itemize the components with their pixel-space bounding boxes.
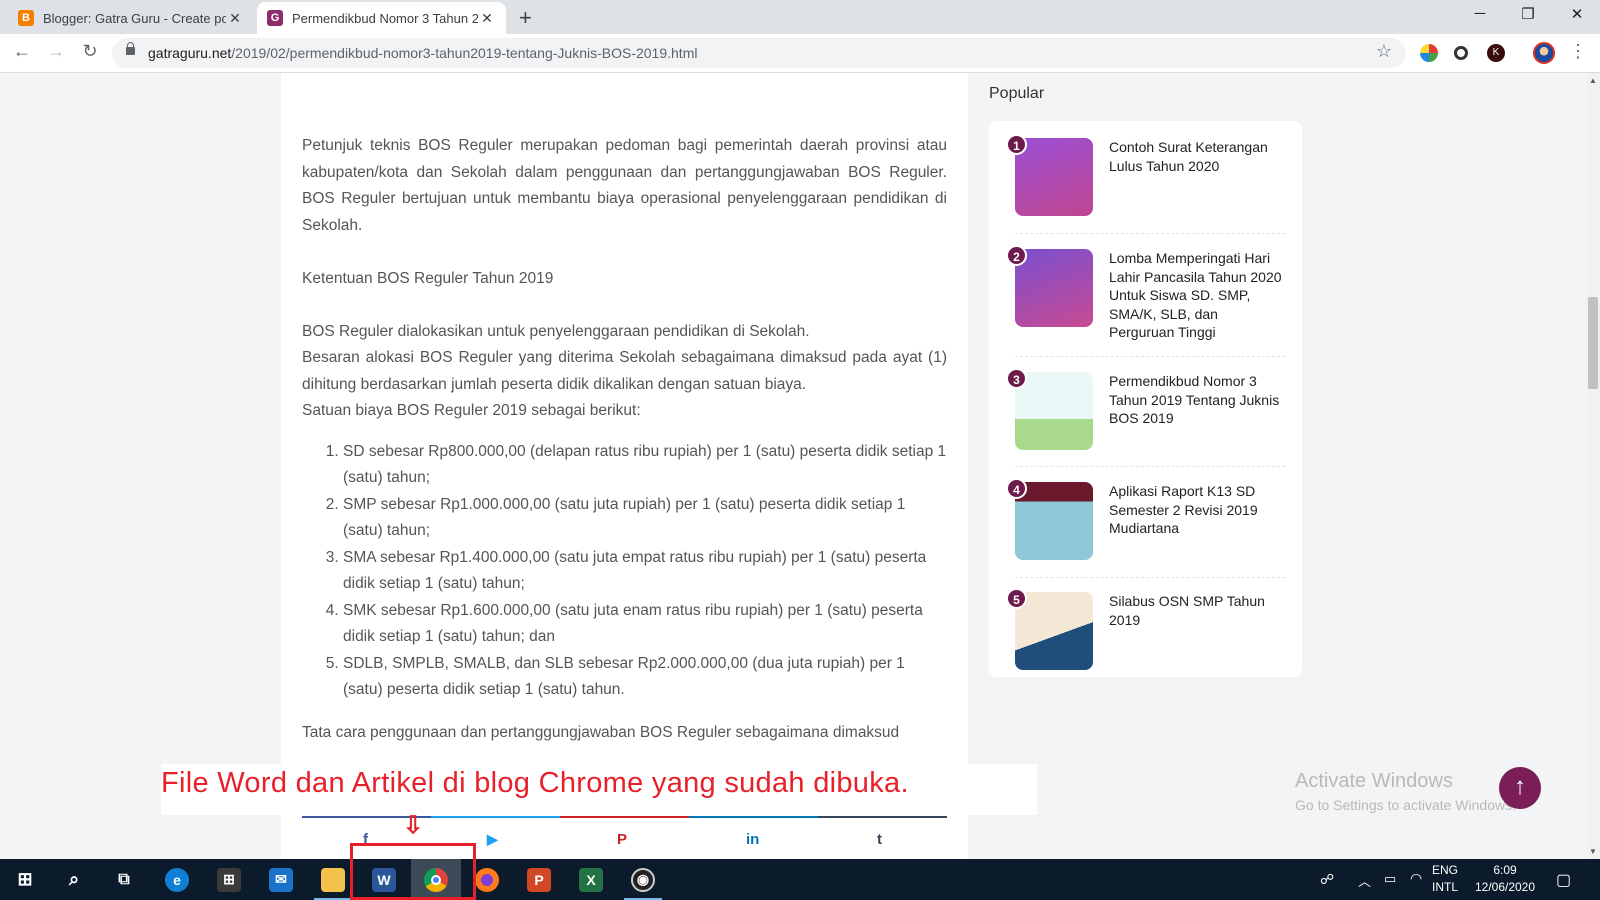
minimize-button[interactable]: ─ xyxy=(1457,5,1503,22)
article-paragraph: Satuan biaya BOS Reguler 2019 sebagai be… xyxy=(302,402,641,419)
popular-title[interactable]: Permendikbud Nomor 3 Tahun 2019 Tentang … xyxy=(1109,372,1287,428)
thumbnail[interactable] xyxy=(1015,482,1093,560)
browser-tab-strip: B Blogger: Gatra Guru - Create pos ✕ G P… xyxy=(0,0,1600,34)
wifi-icon[interactable]: ◠ xyxy=(1410,870,1422,900)
article-paragraph: Petunjuk teknis BOS Reguler merupakan pe… xyxy=(302,137,947,234)
close-icon[interactable]: ✕ xyxy=(226,10,244,27)
thumbnail[interactable] xyxy=(1015,249,1093,327)
chevron-up-icon[interactable]: ︿ xyxy=(1358,871,1371,900)
rank-badge: 3 xyxy=(1006,368,1027,389)
taskbar-edge[interactable]: e xyxy=(152,859,202,900)
cost-list: SD sebesar Rp800.000,00 (delapan ratus r… xyxy=(302,439,947,704)
people-icon[interactable]: ☍ xyxy=(1320,871,1334,900)
scroll-thumb[interactable] xyxy=(1588,297,1598,389)
windows-logo-icon: ⊞ xyxy=(17,869,33,889)
edge-icon: e xyxy=(165,867,189,892)
avatar[interactable] xyxy=(1533,42,1555,64)
search-button[interactable]: ⌕ xyxy=(49,859,99,900)
menu-dots-icon[interactable]: ⋮ xyxy=(1566,41,1590,62)
clock[interactable]: 6:09 12/06/2020 xyxy=(1470,862,1540,896)
taskbar-powerpoint[interactable]: P xyxy=(514,859,564,900)
excel-icon: X xyxy=(579,867,603,892)
search-icon: ⌕ xyxy=(68,869,80,889)
restore-button[interactable]: ❐ xyxy=(1505,5,1551,23)
annotation-arrow-icon: ⇩ xyxy=(403,812,424,839)
popular-title[interactable]: Aplikasi Raport K13 SD Semester 2 Revisi… xyxy=(1109,482,1287,538)
list-item: SD sebesar Rp800.000,00 (delapan ratus r… xyxy=(343,439,947,492)
address-bar[interactable]: gatraguru.net/2019/02/permendikbud-nomor… xyxy=(112,38,1406,68)
article-paragraph: BOS Reguler dialokasikan untuk penyeleng… xyxy=(302,322,810,340)
activate-windows-watermark: Activate Windows Go to Settings to activ… xyxy=(1295,770,1516,813)
rank-badge: 2 xyxy=(1006,245,1027,266)
thumbnail[interactable] xyxy=(1015,372,1093,450)
rank-badge: 4 xyxy=(1006,478,1027,499)
close-window-button[interactable]: ✕ xyxy=(1554,5,1600,23)
mail-icon: ✉ xyxy=(269,867,293,892)
pinterest-icon[interactable]: P xyxy=(617,831,627,848)
extension-k-icon[interactable]: K xyxy=(1487,44,1505,62)
close-icon[interactable]: ✕ xyxy=(478,10,496,27)
windows-taskbar: ⊞ ⌕ ⧉ e ⊞ ✉ W P X ◉ ☍ ︿ ▭ ◠ ENG INTL 6:0… xyxy=(0,859,1600,900)
taskbar-media[interactable]: ◉ xyxy=(618,859,668,900)
annotation-highlight-box xyxy=(350,843,476,900)
blogger-icon: B xyxy=(18,10,34,26)
rank-badge: 1 xyxy=(1006,134,1027,155)
media-player-icon: ◉ xyxy=(631,867,655,892)
tab-title: Blogger: Gatra Guru - Create pos xyxy=(43,10,226,26)
article-heading: Ketentuan BOS Reguler Tahun 2019 xyxy=(302,269,554,287)
firefox-icon xyxy=(475,867,499,892)
popular-title[interactable]: Silabus OSN SMP Tahun 2019 xyxy=(1109,592,1287,629)
tab-title: Permendikbud Nomor 3 Tahun 20 xyxy=(292,10,478,26)
reload-icon[interactable]: ↻ xyxy=(78,41,102,62)
popular-title[interactable]: Contoh Surat Keterangan Lulus Tahun 2020 xyxy=(1109,138,1287,175)
new-tab-button[interactable]: + xyxy=(519,5,532,31)
lock-icon[interactable] xyxy=(126,42,135,55)
browser-toolbar: ← → ↻ gatraguru.net/2019/02/permendikbud… xyxy=(0,34,1600,73)
web-page: Petunjuk teknis BOS Reguler merupakan pe… xyxy=(0,73,1586,859)
list-item: SMK sebesar Rp1.600.000,00 (satu juta en… xyxy=(343,598,947,651)
annotation-text: File Word dan Artikel di blog Chrome yan… xyxy=(161,767,909,799)
url-text[interactable]: gatraguru.net/2019/02/permendikbud-nomor… xyxy=(148,45,697,61)
thumbnail[interactable] xyxy=(1015,138,1093,216)
gatraguru-icon: G xyxy=(267,10,283,26)
scroll-up-icon[interactable]: ▲ xyxy=(1589,76,1597,85)
popular-title[interactable]: Lomba Memperingati Hari Lahir Pancasila … xyxy=(1109,249,1287,342)
store-icon: ⊞ xyxy=(217,867,241,892)
folder-icon xyxy=(321,867,345,892)
task-view-button[interactable]: ⧉ xyxy=(99,859,149,900)
extension-icon[interactable] xyxy=(1454,46,1468,60)
article: Petunjuk teknis BOS Reguler merupakan pe… xyxy=(281,73,968,859)
taskbar-mail[interactable]: ✉ xyxy=(256,859,306,900)
back-to-top-button[interactable]: ↑ xyxy=(1499,767,1541,809)
article-paragraph: Besaran alokasi BOS Reguler yang diterim… xyxy=(302,349,947,393)
list-item: SDLB, SMPLB, SMALB, dan SLB sebesar Rp2.… xyxy=(343,651,947,704)
thumbnail[interactable] xyxy=(1015,592,1093,670)
article-body: Petunjuk teknis BOS Reguler merupakan pe… xyxy=(302,133,947,746)
tab-gatraguru[interactable]: G Permendikbud Nomor 3 Tahun 20 ✕ xyxy=(257,2,506,34)
taskbar-excel[interactable]: X xyxy=(566,859,616,900)
popular-posts: 1 Contoh Surat Keterangan Lulus Tahun 20… xyxy=(989,121,1302,677)
back-icon[interactable]: ← xyxy=(10,41,34,62)
tab-blogger[interactable]: B Blogger: Gatra Guru - Create pos ✕ xyxy=(8,2,254,34)
article-paragraph: Tata cara penggunaan dan pertanggungjawa… xyxy=(302,723,900,741)
taskbar-store[interactable]: ⊞ xyxy=(204,859,254,900)
scroll-down-icon[interactable]: ▼ xyxy=(1589,847,1597,856)
battery-icon[interactable]: ▭ xyxy=(1384,871,1396,900)
page-scrollbar[interactable]: ▲ ▼ xyxy=(1586,73,1600,859)
list-item: SMA sebesar Rp1.400.000,00 (satu juta em… xyxy=(343,545,947,598)
list-item: SMP sebesar Rp1.000.000,00 (satu juta ru… xyxy=(343,492,947,545)
forward-icon[interactable]: → xyxy=(44,41,68,62)
start-button[interactable]: ⊞ xyxy=(0,859,50,900)
linkedin-icon[interactable]: in xyxy=(746,831,759,848)
bookmark-star-icon[interactable]: ☆ xyxy=(1376,41,1392,62)
notification-icon[interactable]: ▢ xyxy=(1556,870,1571,900)
powerpoint-icon: P xyxy=(527,867,551,892)
twitter-icon[interactable]: ▶ xyxy=(487,831,498,848)
tumblr-icon[interactable]: t xyxy=(877,831,882,848)
rank-badge: 5 xyxy=(1006,588,1027,609)
task-view-icon: ⧉ xyxy=(118,870,130,888)
extension-icon[interactable] xyxy=(1420,44,1438,62)
sidebar-title: Popular xyxy=(989,85,1045,102)
input-language[interactable]: ENG INTL xyxy=(1432,862,1458,896)
